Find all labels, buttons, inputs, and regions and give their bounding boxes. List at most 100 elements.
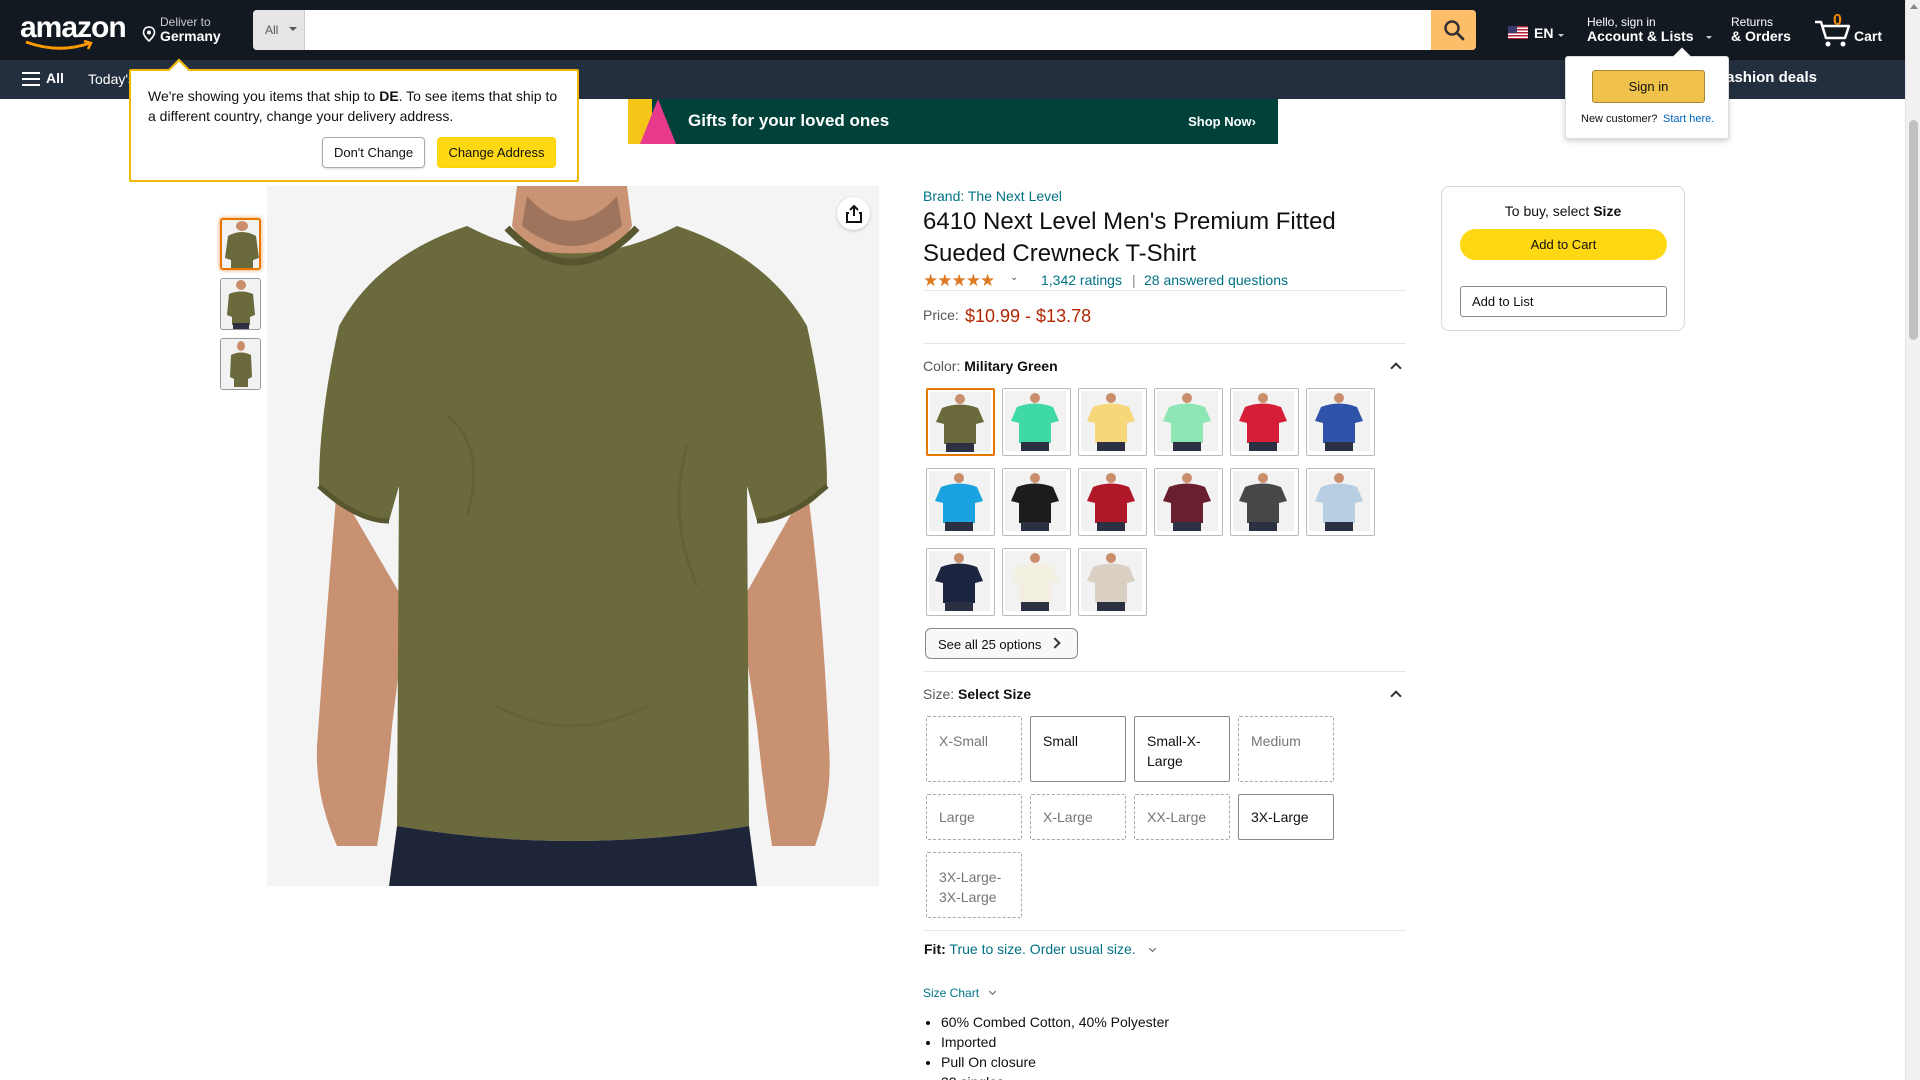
color-label: Color: Military Green: [923, 358, 1058, 374]
size-option[interactable]: 3X-Large: [1238, 794, 1334, 840]
thumbnail-image-2[interactable]: [220, 278, 261, 330]
sign-in-button[interactable]: Sign in: [1592, 70, 1705, 103]
cart-button[interactable]: 0 Cart: [1813, 12, 1883, 48]
thumbnail-image-3[interactable]: [220, 338, 261, 390]
tshirt-front-thumbnail: [222, 220, 259, 268]
banner-text: Gifts for your loved ones: [688, 111, 890, 130]
chevron-down-icon: [989, 987, 997, 996]
selected-color: Military Green: [964, 358, 1058, 374]
banner-decoration: [640, 99, 676, 144]
selected-size: Select Size: [958, 686, 1032, 702]
buy-instruction: To buy, select Size: [1504, 203, 1622, 219]
color-swatch[interactable]: [1154, 468, 1223, 536]
brand-link[interactable]: Brand: The Next Level: [923, 188, 1062, 204]
add-to-list-button[interactable]: Add to List: [1460, 286, 1667, 317]
size-option[interactable]: Large: [926, 794, 1022, 840]
fit-value: True to size. Order usual size.: [949, 941, 1136, 957]
ratings-count-link[interactable]: 1,342 ratings: [1041, 272, 1122, 288]
feature-bullets: 60% Combed Cotton, 40% Polyester Importe…: [941, 1012, 1169, 1080]
chevron-down-icon[interactable]: ⌄: [1010, 272, 1018, 283]
search-button[interactable]: [1431, 10, 1476, 50]
start-here-link[interactable]: Start here.: [1663, 113, 1714, 125]
product-title: 6410 Next Level Men's Premium Fitted Sue…: [923, 208, 1336, 267]
dont-change-button[interactable]: Don't Change: [322, 137, 425, 168]
color-swatch[interactable]: [1078, 548, 1147, 616]
answered-questions-link[interactable]: 28 answered questions: [1144, 272, 1288, 288]
deliver-country: Germany: [160, 28, 221, 44]
todays-deals-link[interactable]: Today's: [88, 71, 135, 87]
color-swatch[interactable]: [1306, 468, 1375, 536]
main-product-image[interactable]: [267, 186, 879, 886]
size-label: Size: Select Size: [923, 686, 1032, 702]
returns-label: Returns: [1731, 15, 1774, 29]
size-option[interactable]: Small: [1030, 716, 1126, 782]
color-swatch[interactable]: [1154, 388, 1223, 456]
tshirt-swatch-image: [1005, 551, 1066, 611]
chevron-down-icon: [289, 27, 297, 31]
color-swatch[interactable]: [1078, 468, 1147, 536]
size-option[interactable]: 3X-Large-3X-Large: [926, 852, 1022, 918]
color-swatch[interactable]: [1230, 468, 1299, 536]
search-category-label: All: [265, 23, 279, 37]
page-scrollbar[interactable]: [1905, 0, 1920, 1080]
tshirt-swatch-image: [1233, 391, 1294, 451]
collapse-color-icon[interactable]: [1390, 362, 1402, 374]
color-swatch[interactable]: [926, 548, 995, 616]
size-option[interactable]: Medium: [1238, 716, 1334, 782]
hamburger-icon: [22, 72, 40, 86]
see-all-options-button[interactable]: See all 25 options: [925, 628, 1078, 659]
change-address-button[interactable]: Change Address: [437, 137, 556, 168]
size-option[interactable]: XX-Large: [1134, 794, 1230, 840]
list-item: Pull On closure: [941, 1052, 1169, 1072]
share-button[interactable]: [837, 197, 870, 230]
color-swatch[interactable]: [1002, 388, 1071, 456]
size-option[interactable]: X-Large: [1030, 794, 1126, 840]
divider: [923, 290, 1406, 291]
color-swatch[interactable]: [1002, 548, 1071, 616]
ship-to-message: We're showing you items that ship to DE.…: [148, 88, 558, 124]
top-nav: amazon Deliver to Germany All EN Hello, …: [0, 0, 1905, 60]
cart-count: 0: [1833, 12, 1842, 29]
ship-to-popover: We're showing you items that ship to DE.…: [129, 69, 579, 182]
shop-now-link[interactable]: Shop Now›: [1188, 114, 1256, 129]
color-swatch[interactable]: [926, 388, 995, 456]
chevron-down-icon: [1706, 36, 1712, 39]
size-option[interactable]: Small-X-Large: [1134, 716, 1230, 782]
color-swatch[interactable]: [1230, 388, 1299, 456]
color-swatch[interactable]: [1078, 388, 1147, 456]
tshirt-model-image: [267, 186, 879, 886]
star-rating-icon[interactable]: ★★★★★: [923, 271, 995, 291]
color-swatch[interactable]: [1002, 468, 1071, 536]
search-icon: [1443, 20, 1464, 41]
tshirt-swatch-image: [1081, 391, 1142, 451]
search-bar: All: [253, 10, 1476, 50]
add-to-cart-button[interactable]: Add to Cart: [1460, 229, 1667, 260]
promo-banner[interactable]: Gifts for your loved ones Shop Now›: [628, 99, 1278, 144]
size-chart-label: Size Chart: [923, 986, 980, 1000]
new-customer-label: New customer?: [1581, 113, 1658, 125]
buy-box: To buy, select Size Add to Cart Add to L…: [1441, 186, 1685, 331]
scroll-up-icon[interactable]: [1910, 4, 1918, 9]
cart-label: Cart: [1854, 28, 1883, 44]
list-item: 60% Combed Cotton, 40% Polyester: [941, 1012, 1169, 1032]
amazon-logo[interactable]: amazon: [20, 12, 127, 50]
account-label: Account & Lists: [1587, 28, 1694, 44]
tshirt-swatch-image: [1157, 471, 1218, 531]
color-swatch[interactable]: [926, 468, 995, 536]
search-category-select[interactable]: All: [253, 10, 305, 50]
tshirt-swatch-image: [929, 471, 990, 531]
list-item: 32 singles: [941, 1072, 1169, 1080]
size-option[interactable]: X-Small: [926, 716, 1022, 782]
scrollbar-thumb[interactable]: [1909, 120, 1918, 340]
size-chart-link[interactable]: Size Chart: [923, 986, 997, 1000]
color-swatch[interactable]: [1306, 388, 1375, 456]
search-input[interactable]: [305, 10, 1429, 50]
tshirt-swatch-image: [1081, 471, 1142, 531]
smile-icon: [25, 40, 93, 50]
thumbnail-image-1[interactable]: [220, 218, 261, 270]
divider: [923, 930, 1406, 931]
collapse-size-icon[interactable]: [1390, 690, 1402, 702]
fit-info[interactable]: Fit: True to size. Order usual size.: [924, 941, 1156, 957]
tshirt-swatch-image: [1081, 551, 1142, 611]
orders-label: & Orders: [1731, 28, 1791, 44]
